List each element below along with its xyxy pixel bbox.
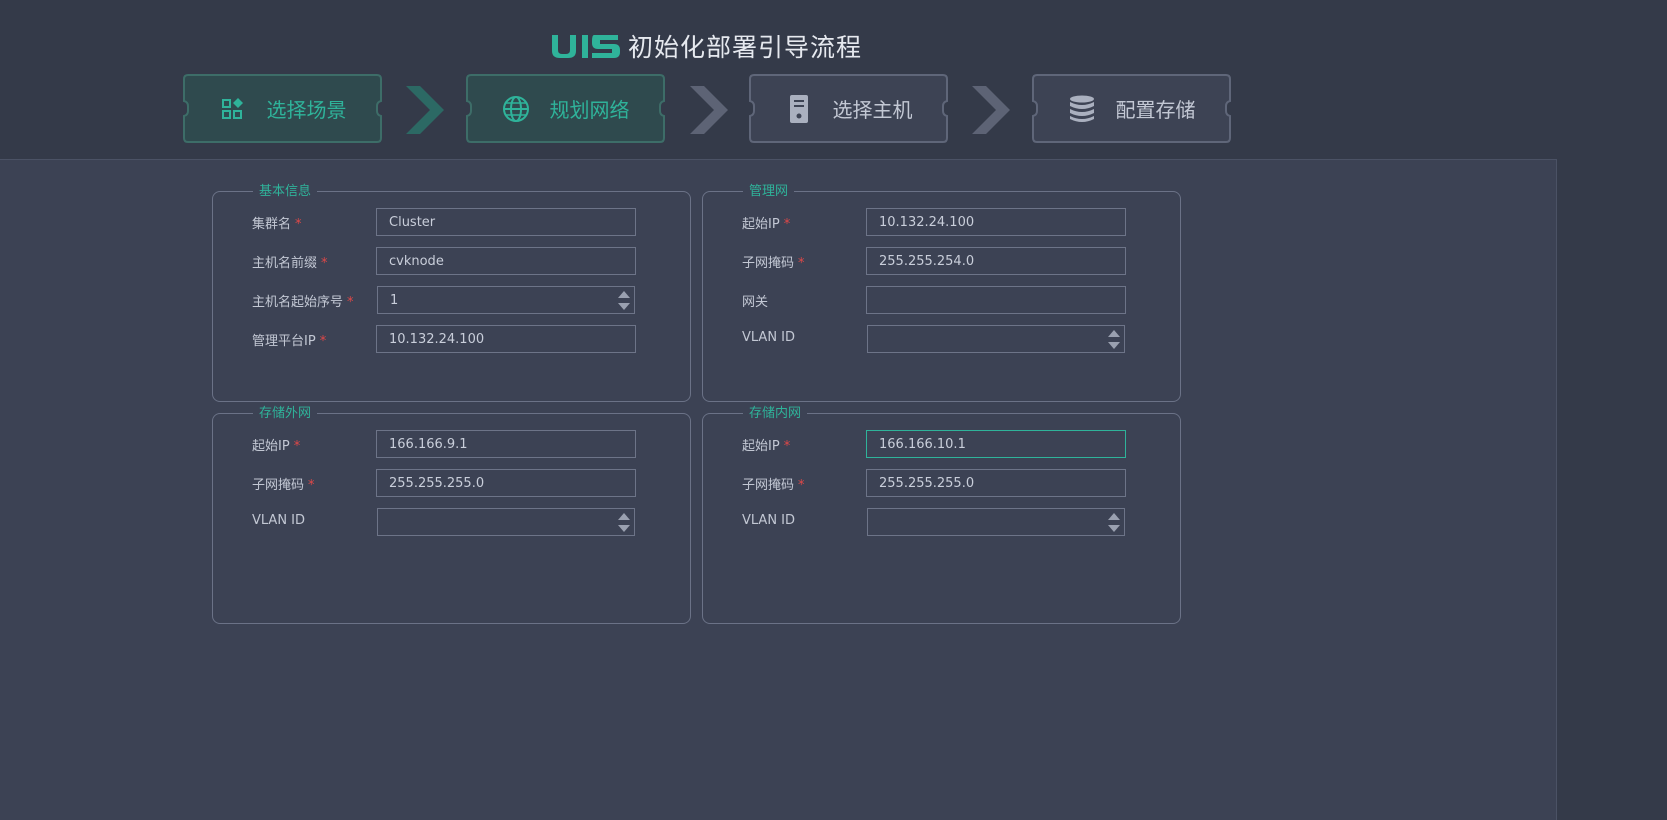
mgmt-vlan-row: VLAN ID xyxy=(703,325,1180,353)
cluster-name-input[interactable]: Cluster xyxy=(376,208,636,236)
panel-legend: 管理网 xyxy=(743,183,795,200)
panel-legend: 基本信息 xyxy=(253,183,318,200)
host-prefix-input[interactable]: cvknode xyxy=(376,247,636,275)
cluster-name-label: 集群名 * xyxy=(252,217,302,232)
int-start-ip-label: 起始IP * xyxy=(742,439,791,454)
storage-internal-panel: 存储内网 起始IP * 166.166.10.1 子网掩码 * 255.255.25… xyxy=(702,405,1181,624)
int-mask-label: 子网掩码 * xyxy=(742,478,805,493)
wizard-header: 初始化部署引导流程 选择场景 规划网络 选择主机 配置存储 xyxy=(0,0,1667,160)
host-start-stepper[interactable]: 1 xyxy=(377,286,635,314)
step-select-scene[interactable]: 选择场景 xyxy=(183,74,382,143)
int-vlan-stepper[interactable] xyxy=(867,508,1125,536)
spin-buttons[interactable] xyxy=(616,512,632,534)
host-start-value: 1 xyxy=(390,293,399,308)
ext-start-ip-label: 起始IP * xyxy=(252,439,301,454)
globe-icon xyxy=(502,95,530,123)
step-config-storage[interactable]: 配置存储 xyxy=(1032,74,1231,143)
server-icon xyxy=(785,94,813,123)
basic-info-panel: 基本信息 集群名 * Cluster 主机名前缀 * cvknode 主机名起始序号… xyxy=(212,183,691,402)
step-arrow-icon xyxy=(972,86,1010,134)
apps-icon xyxy=(219,95,247,123)
host-start-row: 主机名起始序号 * 1 xyxy=(213,286,690,314)
step-plan-network[interactable]: 规划网络 xyxy=(466,74,665,143)
ext-vlan-label: VLAN ID xyxy=(252,513,306,528)
cluster-name-row: 集群名 * Cluster xyxy=(213,208,690,236)
ext-start-ip-row: 起始IP * 166.166.9.1 xyxy=(213,430,690,458)
mgmt-ip-label: 管理平台IP * xyxy=(252,334,327,349)
step-label: 选择主机 xyxy=(832,98,913,122)
mgmt-vlan-label: VLAN ID xyxy=(742,330,796,345)
step-arrow-icon xyxy=(406,86,444,134)
step-select-host[interactable]: 选择主机 xyxy=(749,74,948,143)
uis-logo xyxy=(550,32,622,60)
step-arrow-icon xyxy=(690,86,728,134)
spin-buttons[interactable] xyxy=(1106,329,1122,351)
page-title: 初始化部署引导流程 xyxy=(628,33,863,62)
ext-vlan-row: VLAN ID xyxy=(213,508,690,536)
ext-mask-label: 子网掩码 * xyxy=(252,478,315,493)
int-vlan-row: VLAN ID xyxy=(703,508,1180,536)
mgmt-vlan-stepper[interactable] xyxy=(867,325,1125,353)
mgmt-gateway-input[interactable] xyxy=(866,286,1126,314)
ext-mask-row: 子网掩码 * 255.255.255.0 xyxy=(213,469,690,497)
int-start-ip-row: 起始IP * 166.166.10.1 xyxy=(703,430,1180,458)
host-prefix-label: 主机名前缀 * xyxy=(252,256,328,271)
spin-buttons[interactable] xyxy=(616,290,632,312)
mgmt-mask-label: 子网掩码 * xyxy=(742,256,805,271)
mgmt-gateway-label: 网关 xyxy=(742,295,769,310)
mgmt-gateway-row: 网关 xyxy=(703,286,1180,314)
step-label: 规划网络 xyxy=(549,98,630,122)
spin-buttons[interactable] xyxy=(1106,512,1122,534)
content-area: 基本信息 集群名 * Cluster 主机名前缀 * cvknode 主机名起始序号… xyxy=(0,159,1557,820)
ext-mask-input[interactable]: 255.255.255.0 xyxy=(376,469,636,497)
database-icon xyxy=(1068,95,1096,123)
right-margin xyxy=(1557,159,1667,820)
mgmt-mask-row: 子网掩码 * 255.255.254.0 xyxy=(703,247,1180,275)
int-vlan-label: VLAN ID xyxy=(742,513,796,528)
mgmt-start-ip-label: 起始IP * xyxy=(742,217,791,232)
int-mask-input[interactable]: 255.255.255.0 xyxy=(866,469,1126,497)
mgmt-ip-row: 管理平台IP * 10.132.24.100 xyxy=(213,325,690,353)
step-label: 配置存储 xyxy=(1115,98,1196,122)
int-mask-row: 子网掩码 * 255.255.255.0 xyxy=(703,469,1180,497)
ext-start-ip-input[interactable]: 166.166.9.1 xyxy=(376,430,636,458)
int-start-ip-input[interactable]: 166.166.10.1 xyxy=(866,430,1126,458)
panel-legend: 存储外网 xyxy=(253,405,318,422)
mgmt-ip-input[interactable]: 10.132.24.100 xyxy=(376,325,636,353)
wizard-title: 初始化部署引导流程 xyxy=(550,28,862,64)
host-start-label: 主机名起始序号 * xyxy=(252,295,354,310)
mgmt-start-ip-row: 起始IP * 10.132.24.100 xyxy=(703,208,1180,236)
step-label: 选择场景 xyxy=(266,98,347,122)
mgmt-start-ip-input[interactable]: 10.132.24.100 xyxy=(866,208,1126,236)
ext-vlan-stepper[interactable] xyxy=(377,508,635,536)
storage-external-panel: 存储外网 起始IP * 166.166.9.1 子网掩码 * 255.255.255… xyxy=(212,405,691,624)
mgmt-network-panel: 管理网 起始IP * 10.132.24.100 子网掩码 * 255.255.25… xyxy=(702,183,1181,402)
panel-legend: 存储内网 xyxy=(743,405,808,422)
host-prefix-row: 主机名前缀 * cvknode xyxy=(213,247,690,275)
mgmt-mask-input[interactable]: 255.255.254.0 xyxy=(866,247,1126,275)
